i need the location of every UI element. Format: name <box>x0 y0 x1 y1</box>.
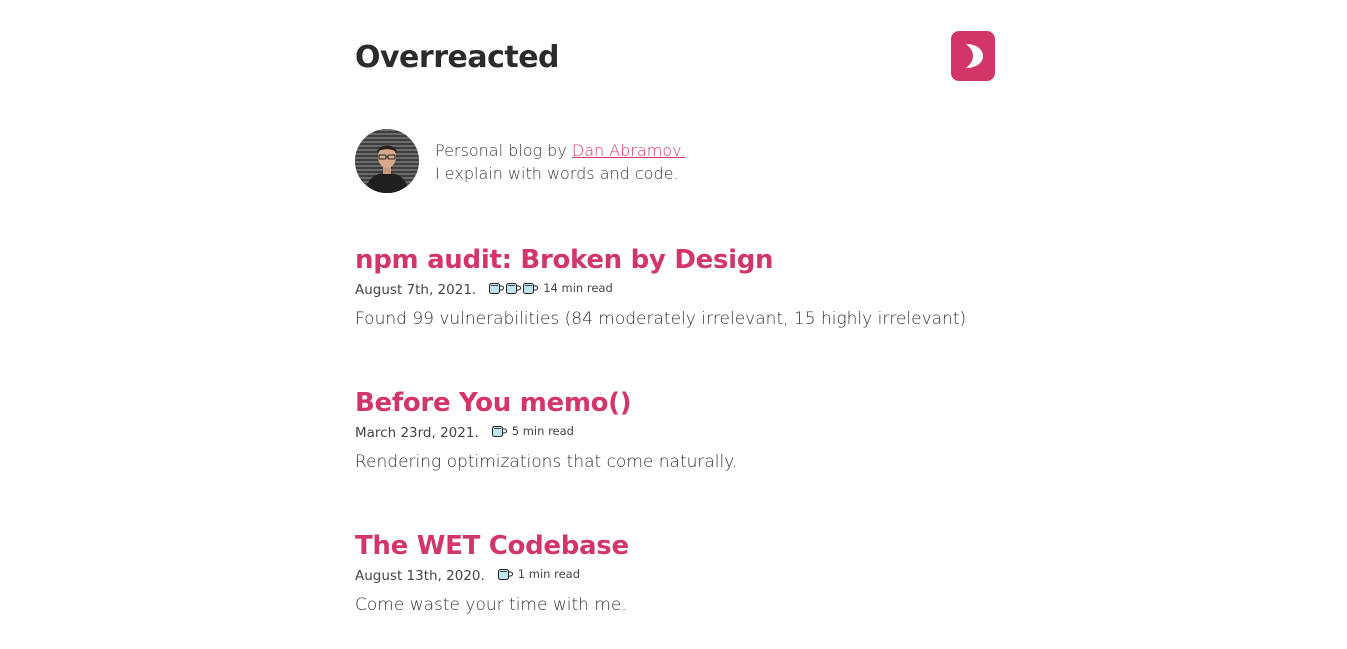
post-date: August 13th, 2020. <box>355 568 485 584</box>
post-meta: March 23rd, 2021. 5 min read <box>355 424 995 442</box>
post-item: The WET Codebase August 13th, 2020. 1 mi… <box>355 529 995 617</box>
post-item: Before You memo() March 23rd, 2021. 5 mi… <box>355 386 995 474</box>
moon-icon <box>966 44 983 68</box>
theme-toggle-button[interactable] <box>951 31 995 81</box>
post-title-link[interactable]: Before You memo() <box>355 388 632 418</box>
post-meta: August 13th, 2020. 1 min read <box>355 567 995 585</box>
coffee-cup-icon <box>491 425 507 437</box>
coffee-cup-icon <box>497 568 513 580</box>
avatar <box>355 129 419 193</box>
author-bio: Personal blog by Dan Abramov. I explain … <box>355 129 995 193</box>
reading-cups <box>488 282 539 295</box>
avatar-photo-icon <box>355 129 419 193</box>
post-item: npm audit: Broken by Design August 7th, … <box>355 243 995 331</box>
bio-tagline: I explain with words and code. <box>435 164 679 183</box>
coffee-cup-icon <box>489 282 505 294</box>
coffee-cup-icon <box>523 282 539 294</box>
post-description: Come waste your time with me. <box>355 595 627 615</box>
author-link[interactable]: Dan Abramov. <box>572 141 686 160</box>
site-header: Overreacted <box>355 31 995 88</box>
post-title-link[interactable]: npm audit: Broken by Design <box>355 245 774 275</box>
post-description: Rendering optimizations that come natura… <box>355 452 738 472</box>
coffee-cup-icon <box>506 282 522 294</box>
bio-prefix: Personal blog by <box>435 141 572 160</box>
post-description: Found 99 vulnerabilities (84 moderately … <box>355 309 967 329</box>
reading-cups <box>497 568 514 581</box>
read-time: 5 min read <box>511 424 574 438</box>
post-title-link[interactable]: The WET Codebase <box>355 531 629 561</box>
reading-cups <box>491 425 508 438</box>
read-time: 1 min read <box>517 567 581 581</box>
post-date: March 23rd, 2021. <box>355 425 479 441</box>
site-title-link[interactable]: Overreacted <box>355 40 560 75</box>
post-title: npm audit: Broken by Design <box>355 243 995 277</box>
post-date: August 7th, 2021. <box>355 282 477 298</box>
read-time: 14 min read <box>543 281 613 295</box>
post-title: The WET Codebase <box>355 529 995 563</box>
post-meta: August 7th, 2021. 14 min read <box>355 281 995 299</box>
bio-text: Personal blog by Dan Abramov. I explain … <box>435 139 685 185</box>
post-title: Before You memo() <box>355 386 995 420</box>
